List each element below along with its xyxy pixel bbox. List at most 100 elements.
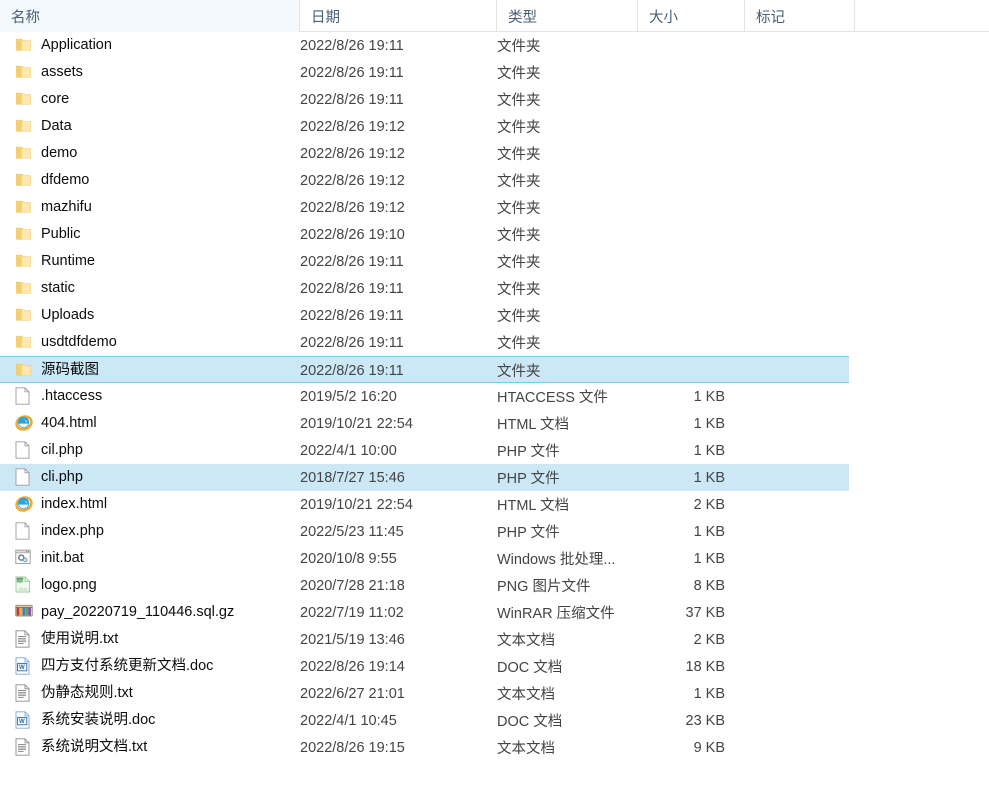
- cell-tags: [748, 248, 848, 275]
- cell-type: HTML 文档: [497, 410, 637, 437]
- cell-name[interactable]: dfdemo: [0, 167, 295, 194]
- column-header-name[interactable]: 名称: [0, 0, 300, 32]
- cell-name[interactable]: Uploads: [0, 302, 295, 329]
- text-document-icon: [15, 738, 32, 757]
- cell-name[interactable]: core: [0, 86, 295, 113]
- file-row[interactable]: index.php 2022/5/23 11:45 PHP 文件 1 KB: [0, 518, 989, 545]
- cell-name[interactable]: init.bat: [0, 545, 295, 572]
- cell-name[interactable]: .htaccess: [0, 383, 295, 410]
- cell-size-value: 1 KB: [693, 388, 725, 405]
- cell-type: WinRAR 压缩文件: [497, 599, 637, 626]
- file-row[interactable]: cil.php 2022/4/1 10:00 PHP 文件 1 KB: [0, 437, 989, 464]
- cell-name[interactable]: 源码截图: [0, 357, 295, 384]
- cell-tags: [748, 680, 848, 707]
- file-row[interactable]: Public 2022/8/26 19:10 文件夹: [0, 221, 989, 248]
- cell-tags: [748, 383, 848, 410]
- cell-type: 文件夹: [497, 221, 637, 248]
- column-header-tags[interactable]: 标记: [745, 0, 855, 32]
- cell-date-value: 2019/10/21 22:54: [300, 496, 413, 513]
- cell-name[interactable]: Runtime: [0, 248, 295, 275]
- cell-date: 2020/7/28 21:18: [300, 572, 495, 599]
- column-header-type[interactable]: 类型: [497, 0, 638, 32]
- file-row[interactable]: core 2022/8/26 19:11 文件夹: [0, 86, 989, 113]
- cell-tags: [748, 86, 848, 113]
- cell-size: 37 KB: [638, 599, 735, 626]
- folder-icon: [15, 63, 32, 82]
- file-row[interactable]: assets 2022/8/26 19:11 文件夹: [0, 59, 989, 86]
- cell-type-value: HTML 文档: [497, 417, 569, 433]
- cell-type: Windows 批处理...: [497, 545, 637, 572]
- file-row[interactable]: dfdemo 2022/8/26 19:12 文件夹: [0, 167, 989, 194]
- cell-name[interactable]: Data: [0, 113, 295, 140]
- cell-name[interactable]: static: [0, 275, 295, 302]
- cell-size-value: 1 KB: [693, 469, 725, 486]
- cell-name[interactable]: index.html: [0, 491, 295, 518]
- cell-type-value: 文本文档: [497, 687, 555, 703]
- cell-name[interactable]: usdtdfdemo: [0, 329, 295, 356]
- file-row[interactable]: W 系统安装说明.doc 2022/4/1 10:45 DOC 文档 23 KB: [0, 707, 989, 734]
- folder-icon: [15, 252, 32, 271]
- file-name-label: cil.php: [41, 442, 83, 459]
- cell-name[interactable]: cli.php: [0, 464, 295, 491]
- file-row[interactable]: Runtime 2022/8/26 19:11 文件夹: [0, 248, 989, 275]
- file-row[interactable]: mazhifu 2022/8/26 19:12 文件夹: [0, 194, 989, 221]
- file-row[interactable]: Data 2022/8/26 19:12 文件夹: [0, 113, 989, 140]
- file-list[interactable]: Application 2022/8/26 19:11 文件夹 assets 2022/…: [0, 32, 989, 761]
- cell-type: 文件夹: [497, 32, 637, 59]
- cell-name[interactable]: W 四方支付系统更新文档.doc: [0, 653, 295, 680]
- file-row[interactable]: 源码截图 2022/8/26 19:11 文件夹: [0, 356, 989, 383]
- cell-date: 2020/10/8 9:55: [300, 545, 495, 572]
- file-row[interactable]: demo 2022/8/26 19:12 文件夹: [0, 140, 989, 167]
- file-name-label: 源码截图: [41, 362, 99, 379]
- column-header-size[interactable]: 大小: [638, 0, 745, 32]
- cell-tags: [748, 626, 848, 653]
- file-row[interactable]: png logo.png 2020/7/28 21:18 PNG 图片文件 8 KB: [0, 572, 989, 599]
- cell-name[interactable]: 系统说明文档.txt: [0, 734, 295, 761]
- word-document-icon: W: [15, 657, 32, 676]
- cell-name[interactable]: assets: [0, 59, 295, 86]
- cell-size: 1 KB: [638, 680, 735, 707]
- file-row[interactable]: 伪静态规则.txt 2022/6/27 21:01 文本文档 1 KB: [0, 680, 989, 707]
- cell-name[interactable]: mazhifu: [0, 194, 295, 221]
- file-row[interactable]: usdtdfdemo 2022/8/26 19:11 文件夹: [0, 329, 989, 356]
- cell-name[interactable]: 伪静态规则.txt: [0, 680, 295, 707]
- cell-name[interactable]: W 系统安装说明.doc: [0, 707, 295, 734]
- cell-tags: [748, 437, 848, 464]
- cell-date-value: 2022/8/26 19:11: [300, 64, 404, 81]
- file-row[interactable]: Uploads 2022/8/26 19:11 文件夹: [0, 302, 989, 329]
- cell-name[interactable]: pay_20220719_110446.sql.gz: [0, 599, 295, 626]
- cell-size: [638, 32, 735, 59]
- column-header-date[interactable]: 日期: [300, 0, 497, 32]
- cell-type-value: HTML 文档: [497, 498, 569, 514]
- file-row[interactable]: pay_20220719_110446.sql.gz 2022/7/19 11:0…: [0, 599, 989, 626]
- cell-name[interactable]: 使用说明.txt: [0, 626, 295, 653]
- file-row[interactable]: W 四方支付系统更新文档.doc 2022/8/26 19:14 DOC 文档 18 K…: [0, 653, 989, 680]
- file-row[interactable]: static 2022/8/26 19:11 文件夹: [0, 275, 989, 302]
- folder-icon: [15, 90, 32, 109]
- cell-name[interactable]: index.php: [0, 518, 295, 545]
- file-row[interactable]: .htaccess 2019/5/2 16:20 HTACCESS 文件 1 KB: [0, 383, 989, 410]
- file-row[interactable]: index.html 2019/10/21 22:54 HTML 文档 2 KB: [0, 491, 989, 518]
- cell-type-value: 文件夹: [497, 282, 541, 298]
- cell-name[interactable]: 404.html: [0, 410, 295, 437]
- cell-tags: [748, 194, 848, 221]
- file-row[interactable]: cli.php 2018/7/27 15:46 PHP 文件 1 KB: [0, 464, 989, 491]
- file-row[interactable]: Application 2022/8/26 19:11 文件夹: [0, 32, 989, 59]
- cell-name[interactable]: Application: [0, 32, 295, 59]
- cell-name[interactable]: cil.php: [0, 437, 295, 464]
- cell-type-value: PHP 文件: [497, 471, 560, 487]
- file-row[interactable]: init.bat 2020/10/8 9:55 Windows 批处理... 1 KB: [0, 545, 989, 572]
- cell-type-value: 文件夹: [497, 93, 541, 109]
- cell-name[interactable]: png logo.png: [0, 572, 295, 599]
- cell-name[interactable]: demo: [0, 140, 295, 167]
- cell-date-value: 2018/7/27 15:46: [300, 469, 405, 486]
- cell-name[interactable]: Public: [0, 221, 295, 248]
- cell-size: 1 KB: [638, 518, 735, 545]
- file-row[interactable]: 使用说明.txt 2021/5/19 13:46 文本文档 2 KB: [0, 626, 989, 653]
- cell-size-value: 8 KB: [693, 577, 725, 594]
- cell-size: [638, 302, 735, 329]
- cell-tags: [748, 59, 848, 86]
- cell-type: 文本文档: [497, 680, 637, 707]
- file-row[interactable]: 系统说明文档.txt 2022/8/26 19:15 文本文档 9 KB: [0, 734, 989, 761]
- file-row[interactable]: 404.html 2019/10/21 22:54 HTML 文档 1 KB: [0, 410, 989, 437]
